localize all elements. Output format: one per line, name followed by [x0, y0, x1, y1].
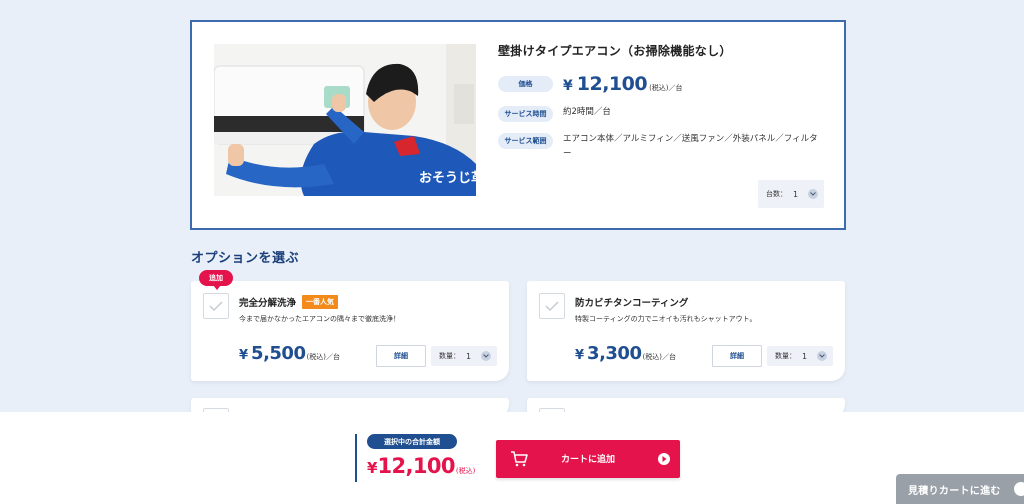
- price-suffix: (税込)／台: [649, 84, 683, 92]
- option-price-suffix: (税込)／台: [306, 353, 340, 361]
- arrow-circle-icon: [1014, 482, 1024, 496]
- option-name: 防カビチタンコーティング: [575, 295, 688, 309]
- add-to-cart-label: カートに追加: [560, 455, 615, 465]
- service-scope-value: エアコン本体／アルミフィン／送風ファン／外装パネル／フィルター: [563, 134, 818, 159]
- total-price-yen: ¥: [367, 459, 378, 477]
- option-quantity-value: 1: [466, 351, 472, 361]
- option-price-yen: ¥: [239, 348, 249, 363]
- estimate-cart-label: 見積りカートに進む: [908, 485, 1001, 497]
- unit-quantity-value: 1: [793, 189, 799, 199]
- option-quantity-label: 数量：: [439, 352, 460, 360]
- total-price-suffix: (税込): [455, 467, 476, 475]
- add-tag: 追加: [199, 270, 233, 290]
- unit-quantity-label: 台数：: [766, 190, 787, 198]
- option-quantity-select[interactable]: 数量： 1: [767, 346, 833, 366]
- total-price-value: 12,100: [377, 454, 455, 478]
- product-price: ¥ 12,100 (税込)／台: [563, 73, 683, 95]
- option-quantity-label: 数量：: [775, 352, 796, 360]
- option-name-text: 完全分解洗浄: [239, 298, 297, 309]
- option-price: ¥ 3,300 (税込)／台: [575, 343, 676, 364]
- option-quantity-value: 1: [802, 351, 808, 361]
- option-checkbox[interactable]: [203, 293, 229, 319]
- chevron-down-icon: [808, 189, 818, 199]
- product-title: 壁掛けタイプエアコン（お掃除機能なし）: [498, 44, 732, 58]
- total-block: 選択中の合計金額 ¥ 12,100 (税込): [355, 434, 475, 482]
- chevron-right-icon: [658, 453, 670, 465]
- unit-quantity-select[interactable]: 台数： 1: [758, 180, 824, 208]
- service-scope-row: サービス範囲 エアコン本体／アルミフィン／送風ファン／外装パネル／フィルター: [498, 132, 828, 162]
- detail-button[interactable]: 詳細: [376, 345, 426, 367]
- price-yen: ¥: [563, 78, 573, 94]
- option-price-value: 3,300: [587, 343, 642, 364]
- popular-badge: 一番人気: [302, 295, 339, 309]
- option-price: ¥ 5,500 (税込)／台: [239, 343, 340, 364]
- option-price-yen: ¥: [575, 348, 585, 363]
- chevron-down-icon: [817, 351, 827, 361]
- price-value: 12,100: [576, 73, 648, 95]
- option-price-suffix: (税込)／台: [642, 353, 676, 361]
- option-card-disassembly[interactable]: 完全分解洗浄 一番人気 今まで届かなかったエアコンの隅々まで徹底洗浄！ ¥ 5,…: [191, 281, 509, 381]
- option-description: 特製コーティングの力でニオイも汚れもシャットアウト。: [575, 315, 757, 323]
- total-price: ¥ 12,100 (税込): [367, 454, 475, 478]
- total-label: 選択中の合計金額: [367, 434, 457, 449]
- option-price-value: 5,500: [251, 343, 306, 364]
- estimate-cart-button[interactable]: 見積りカートに進む: [896, 474, 1024, 504]
- service-scope-label: サービス範囲: [498, 133, 553, 149]
- option-checkbox[interactable]: [539, 293, 565, 319]
- bottom-cart-bar: 選択中の合計金額 ¥ 12,100 (税込) カートに追加: [0, 412, 1024, 504]
- option-name-text: 防カビチタンコーティング: [575, 298, 689, 309]
- option-card-coating[interactable]: 防カビチタンコーティング 特製コーティングの力でニオイも汚れもシャットアウト。 …: [527, 281, 845, 381]
- chevron-down-icon: [481, 351, 491, 361]
- photo-logo-text: おそうじ革命: [419, 170, 476, 186]
- option-name: 完全分解洗浄 一番人気: [239, 295, 339, 309]
- detail-button[interactable]: 詳細: [712, 345, 762, 367]
- product-card: おそうじ革命 壁掛けタイプエアコン（お掃除機能なし） 価格 ¥ 12,100 (…: [190, 20, 846, 230]
- option-description: 今まで届かなかったエアコンの隅々まで徹底洗浄！: [239, 315, 400, 323]
- service-time-row: サービス時間 約2時間／台: [498, 105, 828, 122]
- product-photo: おそうじ革命: [214, 44, 476, 196]
- add-to-cart-button[interactable]: カートに追加: [496, 440, 680, 478]
- price-label: 価格: [498, 76, 553, 92]
- check-icon: [545, 301, 559, 311]
- option-quantity-select[interactable]: 数量： 1: [431, 346, 497, 366]
- options-heading: オプションを選ぶ: [191, 251, 300, 266]
- check-icon: [209, 301, 223, 311]
- service-time-label: サービス時間: [498, 106, 553, 122]
- product-info: 壁掛けタイプエアコン（お掃除機能なし） 価格 ¥ 12,100 (税込)／台 サ…: [498, 42, 828, 162]
- price-row: 価格 ¥ 12,100 (税込)／台: [498, 73, 828, 95]
- service-time-value: 約2時間／台: [563, 107, 611, 117]
